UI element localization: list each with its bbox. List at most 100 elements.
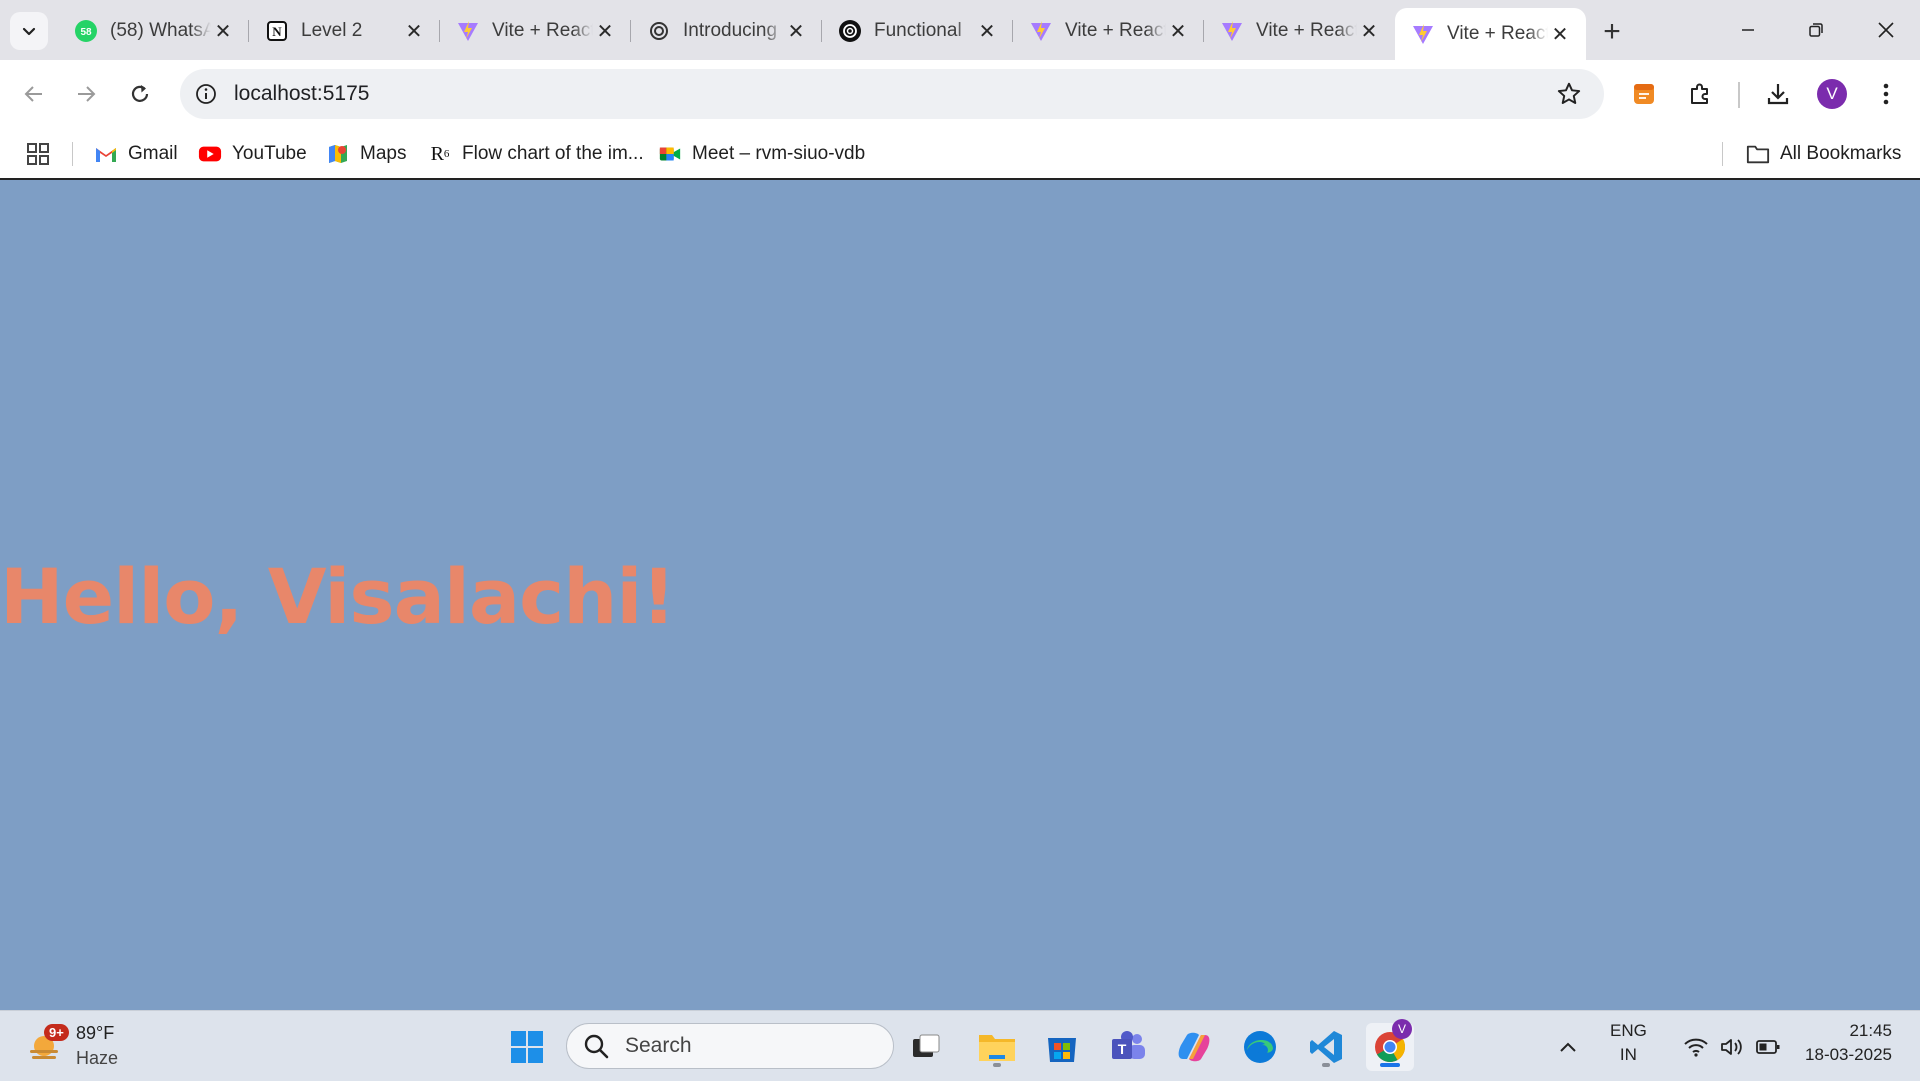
greeting-heading: Hello, Visalachi! [0, 552, 676, 641]
openai-icon [647, 19, 671, 43]
bookmark-meet[interactable]: Meet – rvm-siuo-vdb [658, 140, 865, 168]
chevron-up-icon [1560, 1042, 1576, 1052]
svg-text:T: T [1118, 1041, 1127, 1057]
system-tray-status[interactable] [1672, 1027, 1792, 1067]
tab-title: Vite + React [1065, 20, 1166, 41]
bookmark-flow-chart[interactable]: R6 Flow chart of the im... [428, 140, 644, 168]
plus-icon: + [1603, 15, 1621, 48]
volume-icon [1721, 1039, 1742, 1055]
tab-list: 58 (58) WhatsApp ✕ N Level 2 ✕ Vite + Re… [58, 8, 1586, 60]
search-icon [584, 1034, 609, 1059]
more-vertical-icon [1883, 83, 1889, 105]
teams-button[interactable]: T [1104, 1023, 1152, 1071]
close-icon[interactable]: ✕ [211, 19, 235, 43]
windows-taskbar: 9+ 89°F Haze Search T V ENG IN 21:45 18-… [0, 1010, 1920, 1081]
start-button[interactable] [503, 1023, 551, 1071]
site-info-icon[interactable] [192, 80, 220, 108]
tab-title: (58) WhatsApp [110, 20, 211, 41]
back-button[interactable] [12, 72, 56, 116]
svg-text:N: N [272, 24, 282, 39]
close-icon[interactable]: ✕ [402, 19, 426, 43]
close-icon[interactable]: ✕ [1357, 19, 1381, 43]
microsoft-store-button[interactable] [1038, 1023, 1086, 1071]
profile-avatar[interactable]: V [1812, 74, 1852, 114]
minimize-button[interactable] [1714, 0, 1782, 60]
windows-logo-icon [511, 1031, 543, 1063]
teams-icon: T [1112, 1031, 1145, 1059]
search-label: Search [625, 1034, 692, 1057]
clock[interactable]: 21:45 18-03-2025 [1796, 1019, 1892, 1067]
vite-icon [1220, 19, 1244, 43]
clock-time: 21:45 [1849, 1021, 1892, 1040]
apps-grid-icon [27, 143, 49, 165]
bookmark-star-icon[interactable] [1556, 81, 1582, 112]
tab-title: Level 2 [301, 20, 363, 41]
avatar: V [1817, 79, 1847, 109]
edge-icon [1244, 1031, 1276, 1063]
close-icon[interactable]: ✕ [1166, 19, 1190, 43]
restore-icon [1809, 23, 1823, 37]
tab-vite-3[interactable]: Vite + React ✕ [1204, 8, 1395, 54]
language-indicator[interactable]: ENG IN [1610, 1019, 1647, 1067]
maps-icon [326, 142, 350, 166]
copilot-button[interactable] [1170, 1023, 1218, 1071]
arrow-right-icon [78, 86, 96, 102]
taskbar-search[interactable]: Search [566, 1023, 894, 1069]
all-bookmarks-button[interactable]: All Bookmarks [1746, 140, 1901, 168]
bookmark-youtube[interactable]: YouTube [198, 140, 307, 168]
extension-notes-icon[interactable] [1624, 74, 1664, 114]
url-text[interactable]: localhost:5175 [234, 82, 369, 106]
tab-vite-2[interactable]: Vite + React ✕ [1013, 8, 1204, 54]
apps-button[interactable] [26, 140, 50, 168]
close-icon[interactable]: ✕ [784, 19, 808, 43]
browser-menu-button[interactable] [1866, 74, 1906, 114]
close-icon[interactable]: ✕ [593, 19, 617, 43]
chatgpt-icon [838, 19, 862, 43]
close-icon [1878, 22, 1894, 38]
tab-notion[interactable]: N Level 2 ✕ [249, 8, 440, 54]
extensions-puzzle-icon[interactable] [1680, 74, 1720, 114]
address-bar[interactable]: localhost:5175 [180, 69, 1604, 119]
tab-vite-active[interactable]: Vite + React ✕ [1395, 8, 1586, 60]
temperature: 89°F [76, 1023, 115, 1043]
weather-widget[interactable]: 9+ 89°F Haze [26, 1021, 118, 1071]
tab-vite-1[interactable]: Vite + React ✕ [440, 8, 631, 54]
tab-title: Functional [874, 20, 962, 41]
wifi-icon [1684, 1038, 1708, 1057]
gmail-icon [94, 142, 118, 166]
restore-button[interactable] [1782, 0, 1850, 60]
whatsapp-icon: 58 [74, 19, 98, 43]
tab-introducing[interactable]: Introducing ✕ [631, 8, 822, 54]
tab-strip: 58 (58) WhatsApp ✕ N Level 2 ✕ Vite + Re… [0, 0, 1920, 60]
tab-search-button[interactable] [10, 12, 48, 50]
folder-icon [1746, 142, 1770, 166]
tab-title: Introducing [683, 20, 778, 41]
r6-icon: R6 [430, 142, 450, 165]
edge-button[interactable] [1236, 1023, 1284, 1071]
bookmark-maps[interactable]: Maps [326, 140, 406, 168]
new-tab-button[interactable]: + [1594, 14, 1630, 50]
task-view-icon [913, 1034, 940, 1057]
minimize-icon [1742, 29, 1754, 31]
close-icon[interactable]: ✕ [1548, 22, 1572, 46]
vite-icon [456, 19, 480, 43]
download-icon[interactable] [1758, 74, 1798, 114]
folder-icon [979, 1035, 1015, 1061]
vscode-button[interactable] [1302, 1023, 1350, 1071]
bookmark-gmail[interactable]: Gmail [94, 140, 178, 168]
tab-title: Vite + React [492, 20, 593, 41]
close-window-button[interactable] [1852, 0, 1920, 60]
chrome-profile-badge: V [1392, 1019, 1412, 1039]
tab-title: Vite + React [1447, 23, 1548, 44]
tab-whatsapp[interactable]: 58 (58) WhatsApp ✕ [58, 8, 249, 54]
youtube-icon [198, 142, 222, 166]
close-icon[interactable]: ✕ [975, 19, 999, 43]
chevron-down-icon [22, 27, 36, 36]
file-explorer-button[interactable] [973, 1023, 1021, 1071]
reload-button[interactable] [118, 72, 162, 116]
show-hidden-icons-button[interactable] [1550, 1027, 1586, 1067]
chrome-button[interactable]: V [1366, 1019, 1414, 1071]
tab-functional[interactable]: Functional ✕ [822, 8, 1013, 54]
task-view-button[interactable] [902, 1023, 950, 1071]
forward-button[interactable] [64, 72, 108, 116]
